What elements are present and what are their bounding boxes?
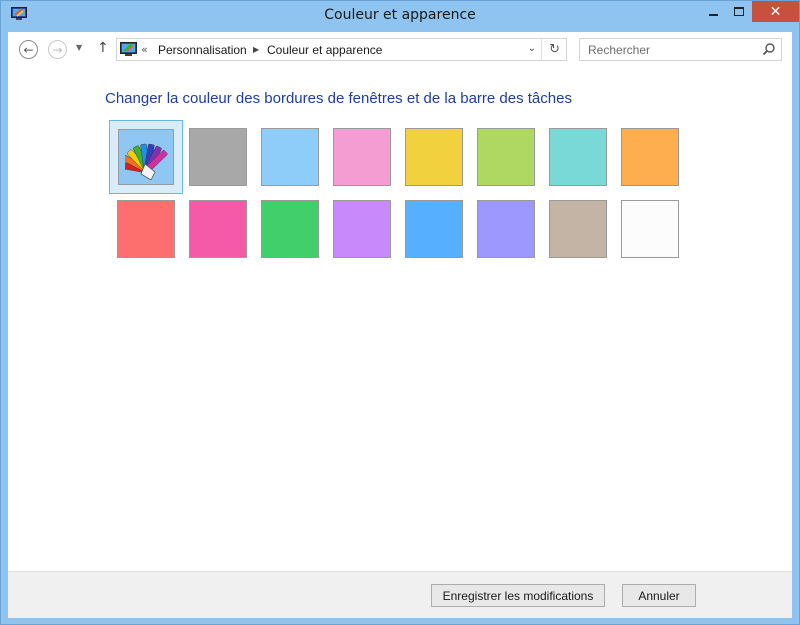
maximize-button[interactable] <box>726 1 752 22</box>
color-palette-icon <box>125 143 168 180</box>
search-box[interactable] <box>579 38 782 61</box>
save-changes-button[interactable]: Enregistrer les modifications <box>431 584 605 607</box>
breadcrumb-separator-icon[interactable]: ▶ <box>253 45 259 54</box>
search-input[interactable] <box>580 39 760 60</box>
swatch-cell <box>405 200 463 258</box>
refresh-icon[interactable]: ↻ <box>549 42 560 57</box>
breadcrumb-overflow-button[interactable]: « <box>141 43 148 56</box>
color-swatch[interactable] <box>117 200 175 258</box>
color-swatch[interactable] <box>549 128 607 186</box>
color-swatch[interactable] <box>189 200 247 258</box>
back-button[interactable]: ← <box>19 40 38 59</box>
close-icon: ✕ <box>769 3 782 20</box>
recent-locations-button[interactable]: ▼ <box>76 43 82 52</box>
swatch-cell <box>261 128 319 186</box>
swatch-cell <box>261 200 319 258</box>
breadcrumb-personnalisation[interactable]: Personnalisation <box>158 43 247 57</box>
color-swatch[interactable] <box>261 200 319 258</box>
back-arrow-icon: ← <box>23 42 34 57</box>
window-frame: Couleur et apparence ✕ ← → ▼ ↑ « Personn… <box>0 0 800 625</box>
search-icon[interactable] <box>762 42 776 56</box>
maximize-icon <box>734 7 744 16</box>
navigation-bar: ← → ▼ ↑ « Personnalisation ▶ Couleur et … <box>8 32 792 68</box>
footer-bar: Enregistrer les modifications Annuler <box>8 571 792 618</box>
color-swatch[interactable] <box>549 200 607 258</box>
up-button[interactable]: ↑ <box>97 40 109 56</box>
chevron-down-icon: ▼ <box>76 43 83 52</box>
color-swatch[interactable] <box>621 128 679 186</box>
color-swatch[interactable] <box>477 128 535 186</box>
up-arrow-icon: ↑ <box>97 40 109 56</box>
client-area: ← → ▼ ↑ « Personnalisation ▶ Couleur et … <box>8 32 792 618</box>
swatch-cell <box>117 200 175 258</box>
color-swatch[interactable] <box>333 128 391 186</box>
swatch-cell <box>549 128 607 186</box>
cancel-button[interactable]: Annuler <box>622 584 696 607</box>
breadcrumb-couleur-et-apparence[interactable]: Couleur et apparence <box>267 43 382 57</box>
window-title: Couleur et apparence <box>324 7 476 23</box>
color-swatch[interactable] <box>477 200 535 258</box>
swatch-cell <box>333 200 391 258</box>
address-divider <box>541 39 542 60</box>
color-swatch[interactable] <box>333 200 391 258</box>
swatch-cell <box>621 200 679 258</box>
forward-button[interactable]: → <box>48 40 67 59</box>
color-swatch[interactable] <box>261 128 319 186</box>
title-bar[interactable]: Couleur et apparence ✕ <box>1 1 799 32</box>
address-dropdown-icon[interactable]: ⌄ <box>528 43 536 54</box>
swatch-automatic-selected[interactable] <box>109 120 183 194</box>
swatch-cell <box>333 128 391 186</box>
close-button[interactable]: ✕ <box>752 1 799 22</box>
swatch-automatic <box>118 129 174 185</box>
color-swatch[interactable] <box>189 128 247 186</box>
swatch-cell <box>405 128 463 186</box>
control-panel-icon <box>120 42 137 56</box>
swatch-cell <box>477 200 535 258</box>
swatch-cell <box>549 200 607 258</box>
forward-arrow-icon: → <box>52 42 63 57</box>
minimize-button[interactable] <box>700 1 726 22</box>
minimize-icon <box>708 13 718 16</box>
swatch-cell <box>477 128 535 186</box>
page-title: Changer la couleur des bordures de fenêt… <box>105 90 572 107</box>
address-bar[interactable]: « Personnalisation ▶ Couleur et apparenc… <box>116 38 567 61</box>
swatch-cell <box>189 128 247 186</box>
swatch-cell <box>109 120 183 194</box>
color-swatch[interactable] <box>621 200 679 258</box>
swatch-cell <box>189 200 247 258</box>
color-swatch[interactable] <box>405 200 463 258</box>
swatch-cell <box>621 128 679 186</box>
color-swatch[interactable] <box>405 128 463 186</box>
